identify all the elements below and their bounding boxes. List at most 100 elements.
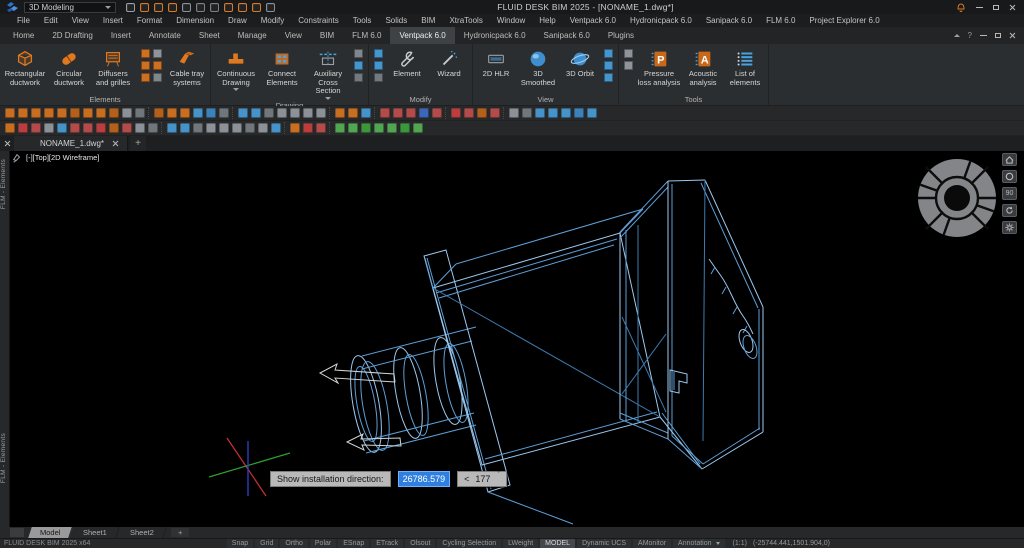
- sheet-tab[interactable]: Model: [28, 527, 73, 538]
- toolbar-icon[interactable]: [96, 108, 106, 118]
- toolbar-icon[interactable]: [251, 108, 261, 118]
- toolbar-icon[interactable]: [490, 108, 500, 118]
- rotate-90-button[interactable]: 90: [1002, 187, 1017, 200]
- menu-item[interactable]: FLM 6.0: [759, 16, 802, 25]
- toolbar-icon[interactable]: [477, 108, 487, 118]
- status-toggle[interactable]: Ortho: [280, 539, 308, 548]
- toolbar-icon[interactable]: [464, 108, 474, 118]
- mini-tool-icon[interactable]: [141, 73, 150, 82]
- status-toggle[interactable]: Dynamic UCS: [577, 539, 631, 548]
- collapse-ribbon-icon[interactable]: [954, 34, 960, 37]
- render-icon[interactable]: [252, 3, 261, 12]
- toolbar-icon[interactable]: [445, 107, 448, 119]
- mini-tool-icon[interactable]: [153, 73, 162, 82]
- ribbon-tab[interactable]: 2D Drafting: [43, 27, 101, 44]
- toolbar-icon[interactable]: [574, 108, 584, 118]
- status-toggle[interactable]: Snap: [227, 539, 253, 548]
- mini-tool-icon[interactable]: [604, 73, 613, 82]
- toolbar-icon[interactable]: [135, 123, 145, 133]
- status-toggle[interactable]: ETrack: [371, 539, 403, 548]
- menu-item[interactable]: View: [65, 16, 96, 25]
- toolbar-icon[interactable]: [31, 123, 41, 133]
- menu-item[interactable]: Window: [490, 16, 532, 25]
- toolbar-icon[interactable]: [180, 108, 190, 118]
- mini-tool-icon[interactable]: [153, 49, 162, 58]
- menu-item[interactable]: Insert: [96, 16, 130, 25]
- mini-tool-icon[interactable]: [354, 49, 363, 58]
- menu-item[interactable]: BIM: [414, 16, 442, 25]
- toolbar-icon[interactable]: [18, 123, 28, 133]
- toolbar-icon[interactable]: [535, 108, 545, 118]
- mini-tool-icon[interactable]: [374, 73, 383, 82]
- status-toggle[interactable]: ESnap: [338, 539, 369, 548]
- continuous-drawing-button[interactable]: Continuous Drawing: [214, 46, 258, 91]
- toolbar-icon[interactable]: [271, 123, 281, 133]
- toolbar-icon[interactable]: [348, 108, 358, 118]
- toolbar-icon[interactable]: [193, 108, 203, 118]
- ribbon-tab[interactable]: Insert: [102, 27, 140, 44]
- mini-tool-icon[interactable]: [374, 61, 383, 70]
- doc-minimize-icon[interactable]: [980, 35, 987, 36]
- workspace-selector[interactable]: 3D Modeling: [24, 2, 116, 13]
- toolbar-icon[interactable]: [374, 123, 384, 133]
- status-toggle[interactable]: MODEL: [540, 539, 575, 548]
- toolbar-icon[interactable]: [548, 108, 558, 118]
- annotation-scale[interactable]: (1:1): [733, 540, 747, 547]
- toolbar-icon[interactable]: [245, 123, 255, 133]
- tab-close-icon[interactable]: [112, 140, 119, 147]
- toolbar-icon[interactable]: [406, 108, 416, 118]
- connect-elements-button[interactable]: Connect Elements: [260, 46, 304, 87]
- menu-item[interactable]: Constraints: [291, 16, 345, 25]
- cable-tray-systems-button[interactable]: Cable tray systems: [167, 46, 207, 87]
- toolbar-icon[interactable]: [219, 108, 229, 118]
- toolbar-icon[interactable]: [122, 108, 132, 118]
- ribbon-tab[interactable]: Plugins: [599, 27, 643, 44]
- toolbar-icon[interactable]: [290, 123, 300, 133]
- status-toggle[interactable]: Olsout: [405, 539, 435, 548]
- ribbon-tab[interactable]: Hydronicpack 6.0: [455, 27, 535, 44]
- toolbar-icon[interactable]: [219, 123, 229, 133]
- mini-tool-icon[interactable]: [374, 49, 383, 58]
- menu-item[interactable]: XtraTools: [442, 16, 489, 25]
- help-icon[interactable]: ?: [968, 31, 972, 40]
- doc-close-icon[interactable]: [1009, 32, 1016, 39]
- save-icon[interactable]: [168, 3, 177, 12]
- toolbar-icon[interactable]: [361, 108, 371, 118]
- restore-icon[interactable]: [993, 5, 999, 10]
- menu-item[interactable]: File: [10, 16, 37, 25]
- toolbar-icon[interactable]: [380, 108, 390, 118]
- toolbar-icon[interactable]: [316, 108, 326, 118]
- toolbar-icon[interactable]: [503, 107, 506, 119]
- home-view-button[interactable]: [1002, 153, 1017, 166]
- toolbar-icon[interactable]: [232, 107, 235, 119]
- menu-item[interactable]: Draw: [221, 16, 254, 25]
- status-toggle[interactable]: Polar: [310, 539, 336, 548]
- toolbar-icon[interactable]: [70, 123, 80, 133]
- toolbar-icon[interactable]: [335, 108, 345, 118]
- add-sheet-button[interactable]: +: [171, 528, 189, 537]
- status-toggle[interactable]: Grid: [255, 539, 278, 548]
- mini-tool-icon[interactable]: [604, 61, 613, 70]
- status-toggle[interactable]: AMonitor: [633, 539, 671, 548]
- mini-tool-icon[interactable]: [153, 61, 162, 70]
- sheet-menu-button[interactable]: [10, 528, 24, 537]
- minimize-icon[interactable]: [976, 7, 983, 8]
- toolbar-icon[interactable]: [206, 108, 216, 118]
- sheet-tab[interactable]: Sheet1: [72, 527, 120, 538]
- menu-item[interactable]: Project Explorer 6.0: [802, 16, 886, 25]
- element-button[interactable]: Element: [387, 46, 427, 79]
- toolbar-icon[interactable]: [31, 108, 41, 118]
- new-file-icon[interactable]: [126, 3, 135, 12]
- menu-item[interactable]: Help: [532, 16, 562, 25]
- toolbar-icon[interactable]: [167, 123, 177, 133]
- toolbar-icon[interactable]: [522, 108, 532, 118]
- viewport-label[interactable]: [-][Top][2D Wireframe]: [26, 153, 99, 162]
- toolbar-icon[interactable]: [329, 107, 332, 119]
- ribbon-tab[interactable]: Home: [4, 27, 43, 44]
- panel-close-button[interactable]: [0, 136, 14, 151]
- toolbar-icon[interactable]: [277, 108, 287, 118]
- panel-tab-flm-elements-top[interactable]: FLM - Elements: [0, 159, 10, 209]
- layout-icon[interactable]: [224, 3, 233, 12]
- toolbar-icon[interactable]: [303, 108, 313, 118]
- 2d-hlr-button[interactable]: 2D HLR: [476, 46, 516, 79]
